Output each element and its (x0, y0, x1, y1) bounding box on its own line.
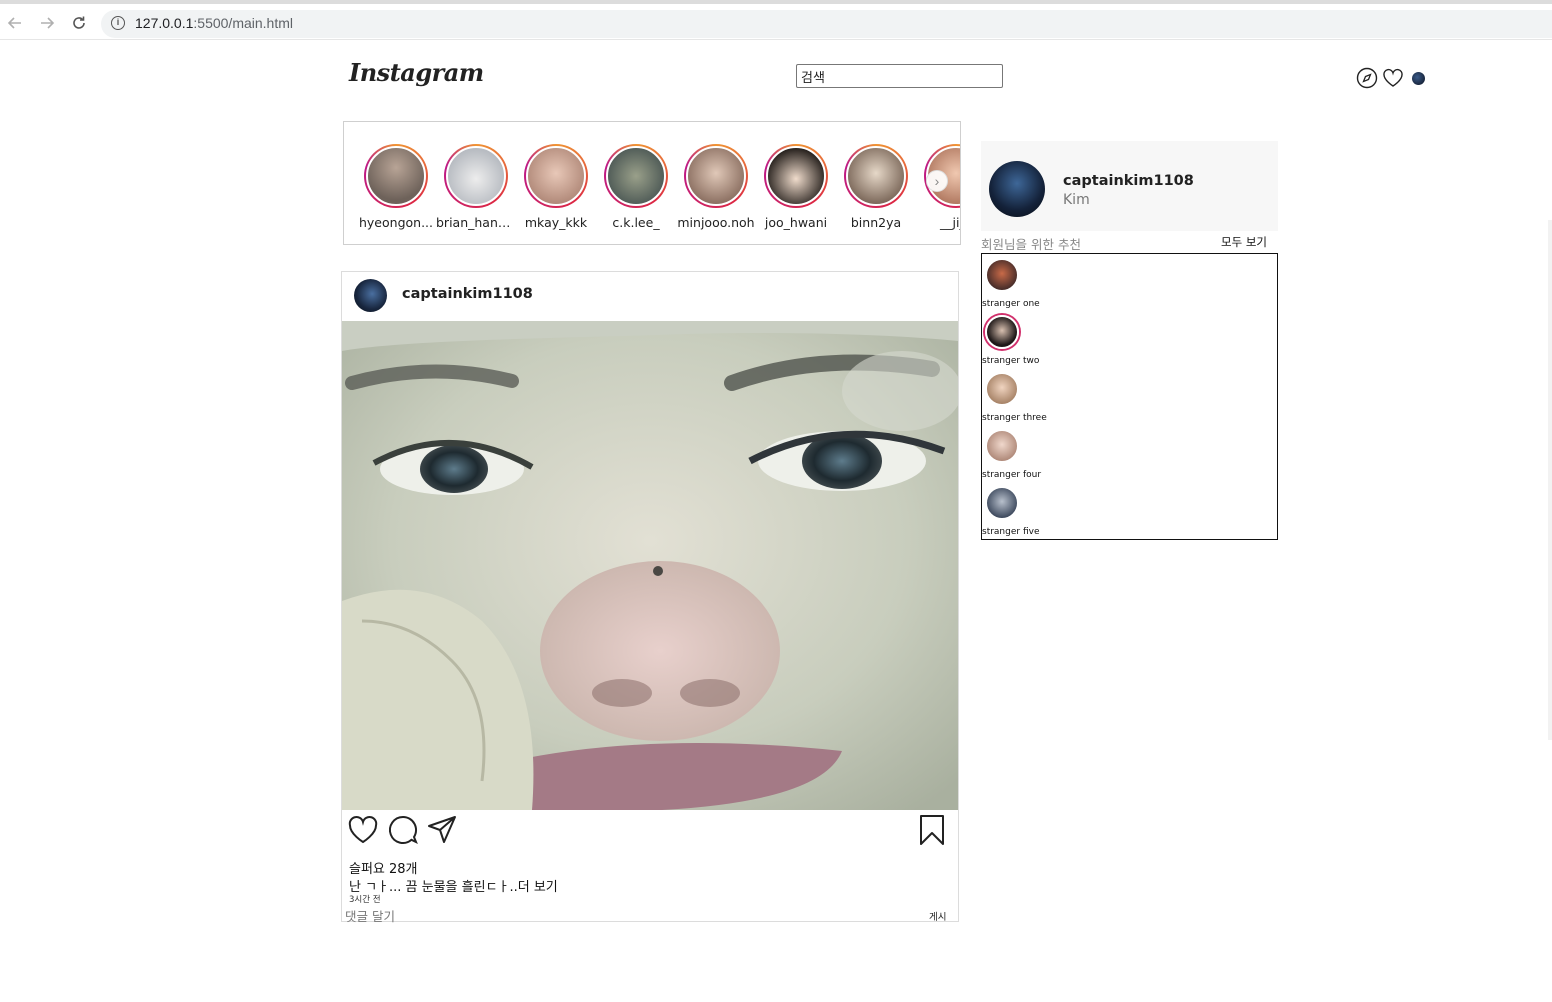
profile-name: Kim (1063, 192, 1090, 208)
profile-avatar-large[interactable] (989, 161, 1045, 217)
like-heart-icon[interactable] (347, 814, 379, 846)
story-username: c.k.lee_ (612, 215, 660, 230)
story-item[interactable]: minjooo.noh (676, 144, 756, 230)
feed-post: captainkim1108 슬퍼요 28개 난 ㄱㅏ... 끔 눈물을 흘린ㄷ… (341, 271, 959, 925)
recommendation-item[interactable]: stranger three (982, 370, 1102, 427)
story-avatar (446, 146, 506, 206)
recommendation-item[interactable]: stranger four (982, 427, 1102, 484)
recommendation-item[interactable]: stranger five (982, 484, 1102, 541)
post-comment-button[interactable]: 게시 (929, 909, 946, 923)
recommendation-avatar (985, 372, 1019, 406)
story-avatar (766, 146, 826, 206)
post-username[interactable]: captainkim1108 (402, 286, 533, 302)
story-avatar (366, 146, 426, 206)
post-timestamp: 3시간 전 (349, 895, 381, 905)
story-avatar (686, 146, 746, 206)
story-username: binn2ya (850, 215, 902, 230)
post-avatar[interactable] (354, 279, 387, 312)
story-username: minjooo.noh (677, 215, 755, 230)
story-item[interactable]: joo_hwani (756, 144, 836, 230)
see-all-link[interactable]: 모두 보기 (1221, 234, 1267, 250)
post-image (342, 321, 958, 810)
story-item[interactable]: binn2ya (836, 144, 916, 230)
share-send-icon[interactable] (426, 814, 458, 846)
url-text: 127.0.0.1:5500/main.html (135, 15, 293, 31)
story-avatar (526, 146, 586, 206)
search-input[interactable] (796, 64, 1003, 88)
story-username: hyeongon... (358, 215, 433, 230)
info-icon[interactable]: i (111, 16, 125, 30)
header-icons (1356, 67, 1425, 89)
url-path: :5500/main.html (193, 15, 293, 31)
back-arrow-icon[interactable] (4, 12, 26, 34)
story-username: __ji__ (940, 215, 960, 230)
post-header: captainkim1108 (342, 272, 958, 322)
recommendation-name: stranger three (982, 413, 1047, 423)
post-photo[interactable] (342, 321, 958, 810)
instagram-logo[interactable]: Instagram (349, 58, 484, 87)
forward-arrow-icon[interactable] (36, 12, 58, 34)
recommendation-avatar (985, 429, 1019, 463)
profile-avatar[interactable] (1412, 71, 1425, 85)
recommendations-title: 회원님을 위한 추천 (981, 237, 1081, 252)
story-item[interactable]: brian_han_... (436, 144, 516, 230)
post-actions (342, 812, 958, 852)
scroll-edge (1548, 220, 1552, 740)
recommendation-name: stranger five (982, 527, 1040, 537)
recommendation-name: stranger two (982, 356, 1040, 366)
browser-toolbar: i 127.0.0.1:5500/main.html (0, 4, 1552, 40)
story-item[interactable]: c.k.lee_ (596, 144, 676, 230)
recommendation-item[interactable]: stranger two (982, 313, 1102, 370)
post-likes[interactable]: 슬퍼요 28개 (349, 858, 418, 877)
address-bar[interactable]: i 127.0.0.1:5500/main.html (101, 10, 1552, 38)
stories-tray: hyeongon... brian_han_... mkay_kkk c.k.l… (343, 121, 961, 245)
story-username: mkay_kkk (524, 215, 588, 230)
story-item[interactable]: hyeongon... (356, 144, 436, 230)
story-username: joo_hwani (764, 215, 828, 230)
recommendation-item[interactable]: stranger one (982, 256, 1102, 313)
recommendation-avatar (985, 315, 1019, 349)
bookmark-icon[interactable] (916, 814, 948, 846)
recommendation-avatar (985, 258, 1019, 292)
recommendations-list: stranger one stranger two stranger three… (981, 253, 1278, 540)
compass-icon[interactable] (1356, 67, 1378, 89)
comment-icon[interactable] (387, 814, 419, 846)
profile-card: captainkim1108 Kim (981, 141, 1278, 231)
recommendation-name: stranger four (982, 470, 1042, 480)
profile-username[interactable]: captainkim1108 (1063, 173, 1194, 189)
story-username: brian_han_... (436, 215, 516, 230)
chevron-right-icon[interactable]: › (926, 170, 948, 192)
reload-icon[interactable] (68, 12, 90, 34)
story-avatar (606, 146, 666, 206)
heart-icon[interactable] (1382, 67, 1404, 89)
recommendation-avatar (985, 486, 1019, 520)
story-avatar (846, 146, 906, 206)
comment-input[interactable]: 댓글 달기 (345, 906, 395, 925)
recommendation-name: stranger one (982, 299, 1040, 309)
url-host: 127.0.0.1 (135, 15, 194, 31)
story-item[interactable]: mkay_kkk (516, 144, 596, 230)
